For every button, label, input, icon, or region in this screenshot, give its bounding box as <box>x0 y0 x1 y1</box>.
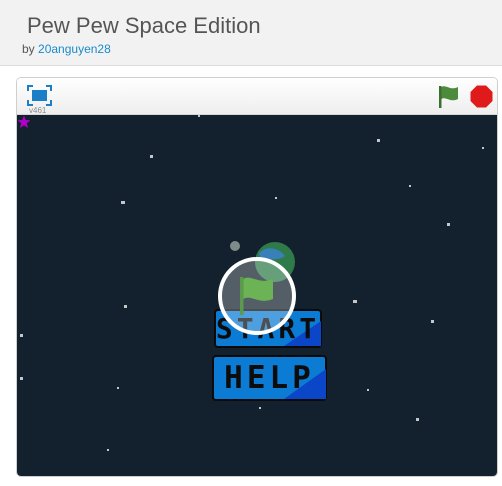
fullscreen-button[interactable] <box>27 85 52 106</box>
project-byline: by 20anguyen28 <box>22 42 111 56</box>
project-title: Pew Pew Space Edition <box>27 13 261 38</box>
stop-sign-icon <box>470 85 493 108</box>
author-link[interactable]: 20anguyen28 <box>38 42 111 56</box>
project-header: Pew Pew Space Edition by 20anguyen28 <box>0 0 502 66</box>
by-label: by <box>22 42 35 56</box>
project-player: v461 START HELP <box>16 77 498 477</box>
fullscreen-icon <box>27 85 52 106</box>
play-button[interactable] <box>218 257 296 335</box>
green-flag-icon <box>439 86 458 108</box>
green-flag-button[interactable] <box>437 85 461 109</box>
stop-button[interactable] <box>470 85 493 108</box>
help-button[interactable]: HELP <box>212 355 327 401</box>
help-label: HELP <box>224 360 315 396</box>
player-controls: v461 <box>17 78 497 115</box>
star-icon <box>17 115 31 128</box>
stage[interactable]: START HELP <box>17 115 497 476</box>
version-label: v461 <box>29 106 47 115</box>
play-flag-icon <box>240 277 273 315</box>
